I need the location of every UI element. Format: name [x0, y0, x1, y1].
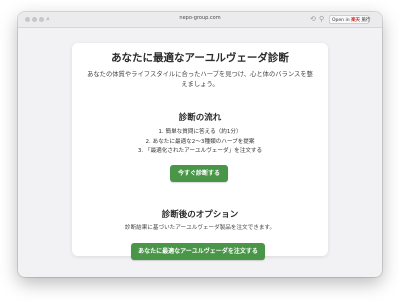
steps-list: 1. 簡単な質問に答える（約1分） 2. あなたに最適な2〜3種類のハーブを提案…: [72, 128, 328, 157]
chevron-down-icon[interactable]: ⌄: [361, 16, 365, 22]
extension-icon[interactable]: ⟲: [310, 15, 316, 23]
page-content: あなたに最適なアーユルヴェーダ診断 あなたの体質やライフスタイルに合ったハーブを…: [18, 28, 382, 277]
start-diagnosis-button[interactable]: 今すぐ診断する: [170, 165, 228, 182]
browser-window: ⌕ nepo-group.com ⟲ ⚲ Open in 楽天 旅行 ⌄ あなた…: [18, 12, 382, 277]
open-in-brand: 楽天: [351, 18, 360, 23]
address-bar-url[interactable]: nepo-group.com: [18, 15, 382, 21]
order-ayurveda-button[interactable]: あなたに最適なアーユルヴェーダを注文する: [131, 243, 265, 260]
browser-toolbar: ⌕ nepo-group.com ⟲ ⚲ Open in 楽天 旅行 ⌄: [18, 12, 382, 28]
step-item: 3. 「最適化されたアーユルヴェーダ」を注文する: [137, 148, 263, 154]
page-subtitle: あなたの体質やライフスタイルに合ったハーブを見つけ、心と体のバランスを整えましょ…: [87, 71, 313, 88]
open-in-label: Open in: [332, 18, 350, 23]
options-heading: 診断後のオプション: [161, 210, 239, 220]
options-note: 診断結果に基づいたアーユルヴェーダ製品を注文できます。: [124, 225, 276, 231]
flow-heading: 診断の流れ: [178, 113, 222, 123]
link-icon[interactable]: ⚲: [319, 15, 324, 23]
step-item: 1. 簡単な質問に答える（約1分）: [158, 129, 242, 135]
diagnosis-card: あなたに最適なアーユルヴェーダ診断 あなたの体質やライフスタイルに合ったハーブを…: [72, 43, 328, 260]
step-item: 2. あなたに最適な2〜3種類のハーブを提案: [145, 138, 255, 145]
page-title: あなたに最適なアーユルヴェーダ診断: [111, 52, 289, 64]
